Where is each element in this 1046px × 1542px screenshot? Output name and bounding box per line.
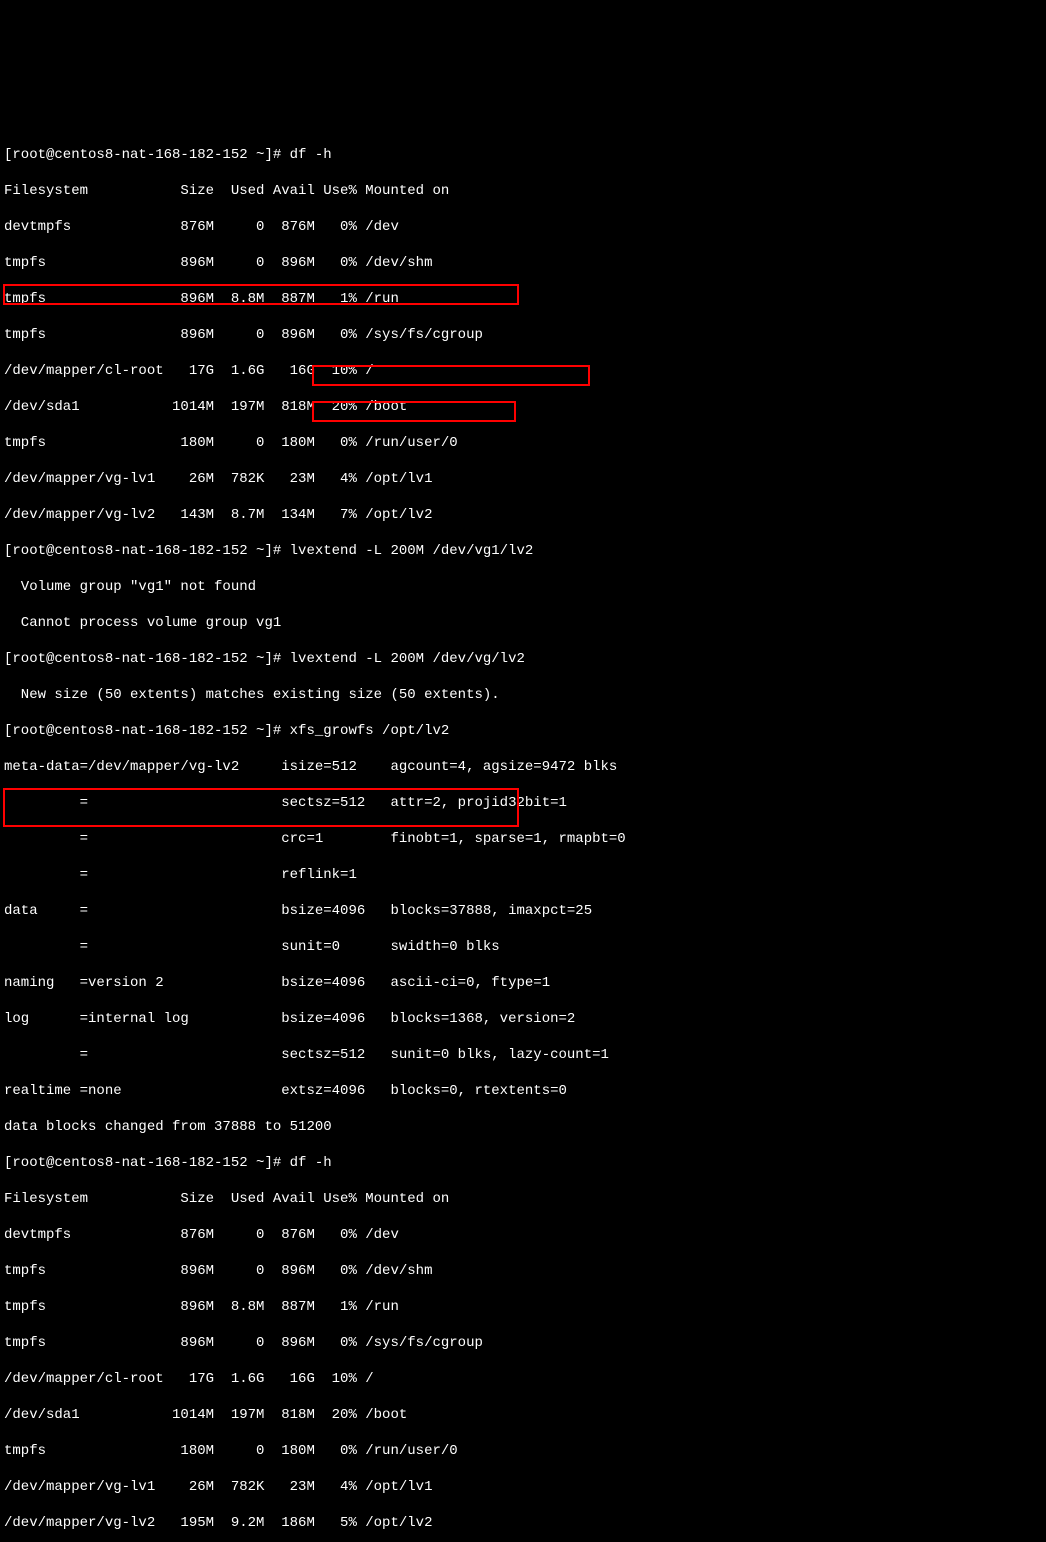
xfs-data: = sunit=0 swidth=0 blks bbox=[4, 938, 1042, 956]
prompt-lvext-ok: [root@centos8-nat-168-182-152 ~]# lvexte… bbox=[4, 650, 1042, 668]
df-row: devtmpfs 876M 0 876M 0% /dev bbox=[4, 1226, 1042, 1244]
xfs-meta: meta-data=/dev/mapper/vg-lv2 isize=512 a… bbox=[4, 758, 1042, 776]
df-header-1: Filesystem Size Used Avail Use% Mounted … bbox=[4, 182, 1042, 200]
xfs-log: = sectsz=512 sunit=0 blks, lazy-count=1 bbox=[4, 1046, 1042, 1064]
df-row: tmpfs 896M 0 896M 0% /sys/fs/cgroup bbox=[4, 1334, 1042, 1352]
df-row: tmpfs 896M 8.8M 887M 1% /run bbox=[4, 290, 1042, 308]
err-vg-notfound: Volume group "vg1" not found bbox=[4, 578, 1042, 596]
prompt-df1: [root@centos8-nat-168-182-152 ~]# df -h bbox=[4, 146, 1042, 164]
xfs-log: log =internal log bsize=4096 blocks=1368… bbox=[4, 1010, 1042, 1028]
xfs-naming: naming =version 2 bsize=4096 ascii-ci=0,… bbox=[4, 974, 1042, 992]
df-row: devtmpfs 876M 0 876M 0% /dev bbox=[4, 218, 1042, 236]
df-row: /dev/sda1 1014M 197M 818M 20% /boot bbox=[4, 398, 1042, 416]
lvext-match: New size (50 extents) matches existing s… bbox=[4, 686, 1042, 704]
df-row: /dev/mapper/cl-root 17G 1.6G 16G 10% / bbox=[4, 1370, 1042, 1388]
prompt-lvext-bad: [root@centos8-nat-168-182-152 ~]# lvexte… bbox=[4, 542, 1042, 560]
df-row: /dev/sda1 1014M 197M 818M 20% /boot bbox=[4, 1406, 1042, 1424]
xfs-meta: = crc=1 finobt=1, sparse=1, rmapbt=0 bbox=[4, 830, 1042, 848]
xfs-blocks-chg: data blocks changed from 37888 to 51200 bbox=[4, 1118, 1042, 1136]
df-row: /dev/mapper/vg-lv1 26M 782K 23M 4% /opt/… bbox=[4, 470, 1042, 488]
df-row: tmpfs 896M 0 896M 0% /sys/fs/cgroup bbox=[4, 326, 1042, 344]
xfs-data: data = bsize=4096 blocks=37888, imaxpct=… bbox=[4, 902, 1042, 920]
prompt-growfs: [root@centos8-nat-168-182-152 ~]# xfs_gr… bbox=[4, 722, 1042, 740]
df-row: tmpfs 896M 0 896M 0% /dev/shm bbox=[4, 254, 1042, 272]
df-header-2: Filesystem Size Used Avail Use% Mounted … bbox=[4, 1190, 1042, 1208]
prompt-df2: [root@centos8-nat-168-182-152 ~]# df -h bbox=[4, 1154, 1042, 1172]
df-row-lv2-after: /dev/mapper/vg-lv2 195M 9.2M 186M 5% /op… bbox=[4, 1514, 1042, 1532]
df-row-lv2: /dev/mapper/vg-lv2 143M 8.7M 134M 7% /op… bbox=[4, 506, 1042, 524]
xfs-meta: = reflink=1 bbox=[4, 866, 1042, 884]
resize-line bbox=[4, 110, 1042, 128]
df-row: tmpfs 180M 0 180M 0% /run/user/0 bbox=[4, 1442, 1042, 1460]
df-row: tmpfs 896M 0 896M 0% /dev/shm bbox=[4, 1262, 1042, 1280]
df-row: /dev/mapper/cl-root 17G 1.6G 16G 10% / bbox=[4, 362, 1042, 380]
err-vg-cannot: Cannot process volume group vg1 bbox=[4, 614, 1042, 632]
xfs-realtime: realtime =none extsz=4096 blocks=0, rtex… bbox=[4, 1082, 1042, 1100]
terminal-output[interactable]: [root@centos8-nat-168-182-152 ~]# df -h … bbox=[0, 90, 1046, 1542]
df-row: tmpfs 896M 8.8M 887M 1% /run bbox=[4, 1298, 1042, 1316]
xfs-meta: = sectsz=512 attr=2, projid32bit=1 bbox=[4, 794, 1042, 812]
df-row-lv1: /dev/mapper/vg-lv1 26M 782K 23M 4% /opt/… bbox=[4, 1478, 1042, 1496]
df-row: tmpfs 180M 0 180M 0% /run/user/0 bbox=[4, 434, 1042, 452]
